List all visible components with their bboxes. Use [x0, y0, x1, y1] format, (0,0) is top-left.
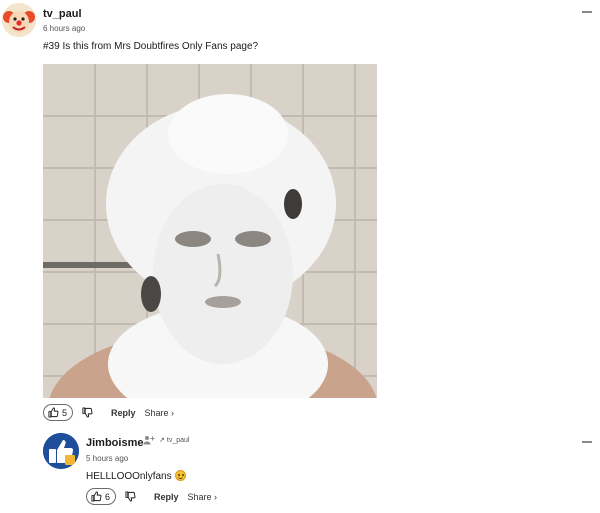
reply-badge: ↗ tv_paul: [143, 435, 189, 445]
comment-author[interactable]: Jimboisme: [86, 437, 143, 449]
comment-author[interactable]: tv_paul: [43, 8, 82, 20]
reply-to-user[interactable]: ↗ tv_paul: [159, 436, 190, 445]
share-button[interactable]: Share ›: [188, 492, 218, 502]
dislike-button[interactable]: [82, 407, 93, 418]
comment-timestamp[interactable]: 6 hours ago: [43, 24, 85, 33]
thumbs-up-avatar-icon[interactable]: [43, 433, 79, 469]
more-options-icon[interactable]: [582, 441, 592, 443]
comment-item: tv_paul 6 hours ago #39 Is this from Mrs…: [0, 0, 600, 430]
add-person-icon: [143, 436, 155, 445]
like-count: 5: [62, 407, 68, 418]
comment-text: HELLLOOOnlyfans: [86, 470, 186, 482]
grinning-face-emoji: [174, 470, 186, 481]
comment-text-content: HELLLOOOnlyfans: [86, 471, 172, 482]
dislike-button[interactable]: [125, 491, 136, 502]
reply-button[interactable]: Reply: [154, 492, 179, 502]
like-button[interactable]: 6: [86, 488, 117, 505]
comment-timestamp[interactable]: 5 hours ago: [86, 454, 128, 463]
more-options-icon[interactable]: [582, 11, 592, 13]
reply-arrow-icon: ↗: [159, 437, 165, 444]
comment-actions: 5 Reply Share ›: [43, 404, 174, 421]
like-count: 6: [105, 491, 111, 502]
thumbs-down-icon: [125, 491, 136, 502]
clown-avatar-icon[interactable]: [2, 3, 36, 37]
comment-actions: 6 Reply Share ›: [86, 488, 217, 505]
thumbs-down-icon: [82, 407, 93, 418]
reply-button[interactable]: Reply: [111, 408, 136, 418]
reply-to-username: tv_paul: [166, 436, 190, 444]
foam-covered-head-photo[interactable]: [43, 64, 377, 398]
share-button[interactable]: Share ›: [145, 408, 175, 418]
thumbs-up-icon: [91, 491, 102, 502]
thumbs-up-icon: [48, 407, 59, 418]
like-button[interactable]: 5: [43, 404, 74, 421]
comment-text: #39 Is this from Mrs Doubtfires Only Fan…: [43, 41, 259, 52]
